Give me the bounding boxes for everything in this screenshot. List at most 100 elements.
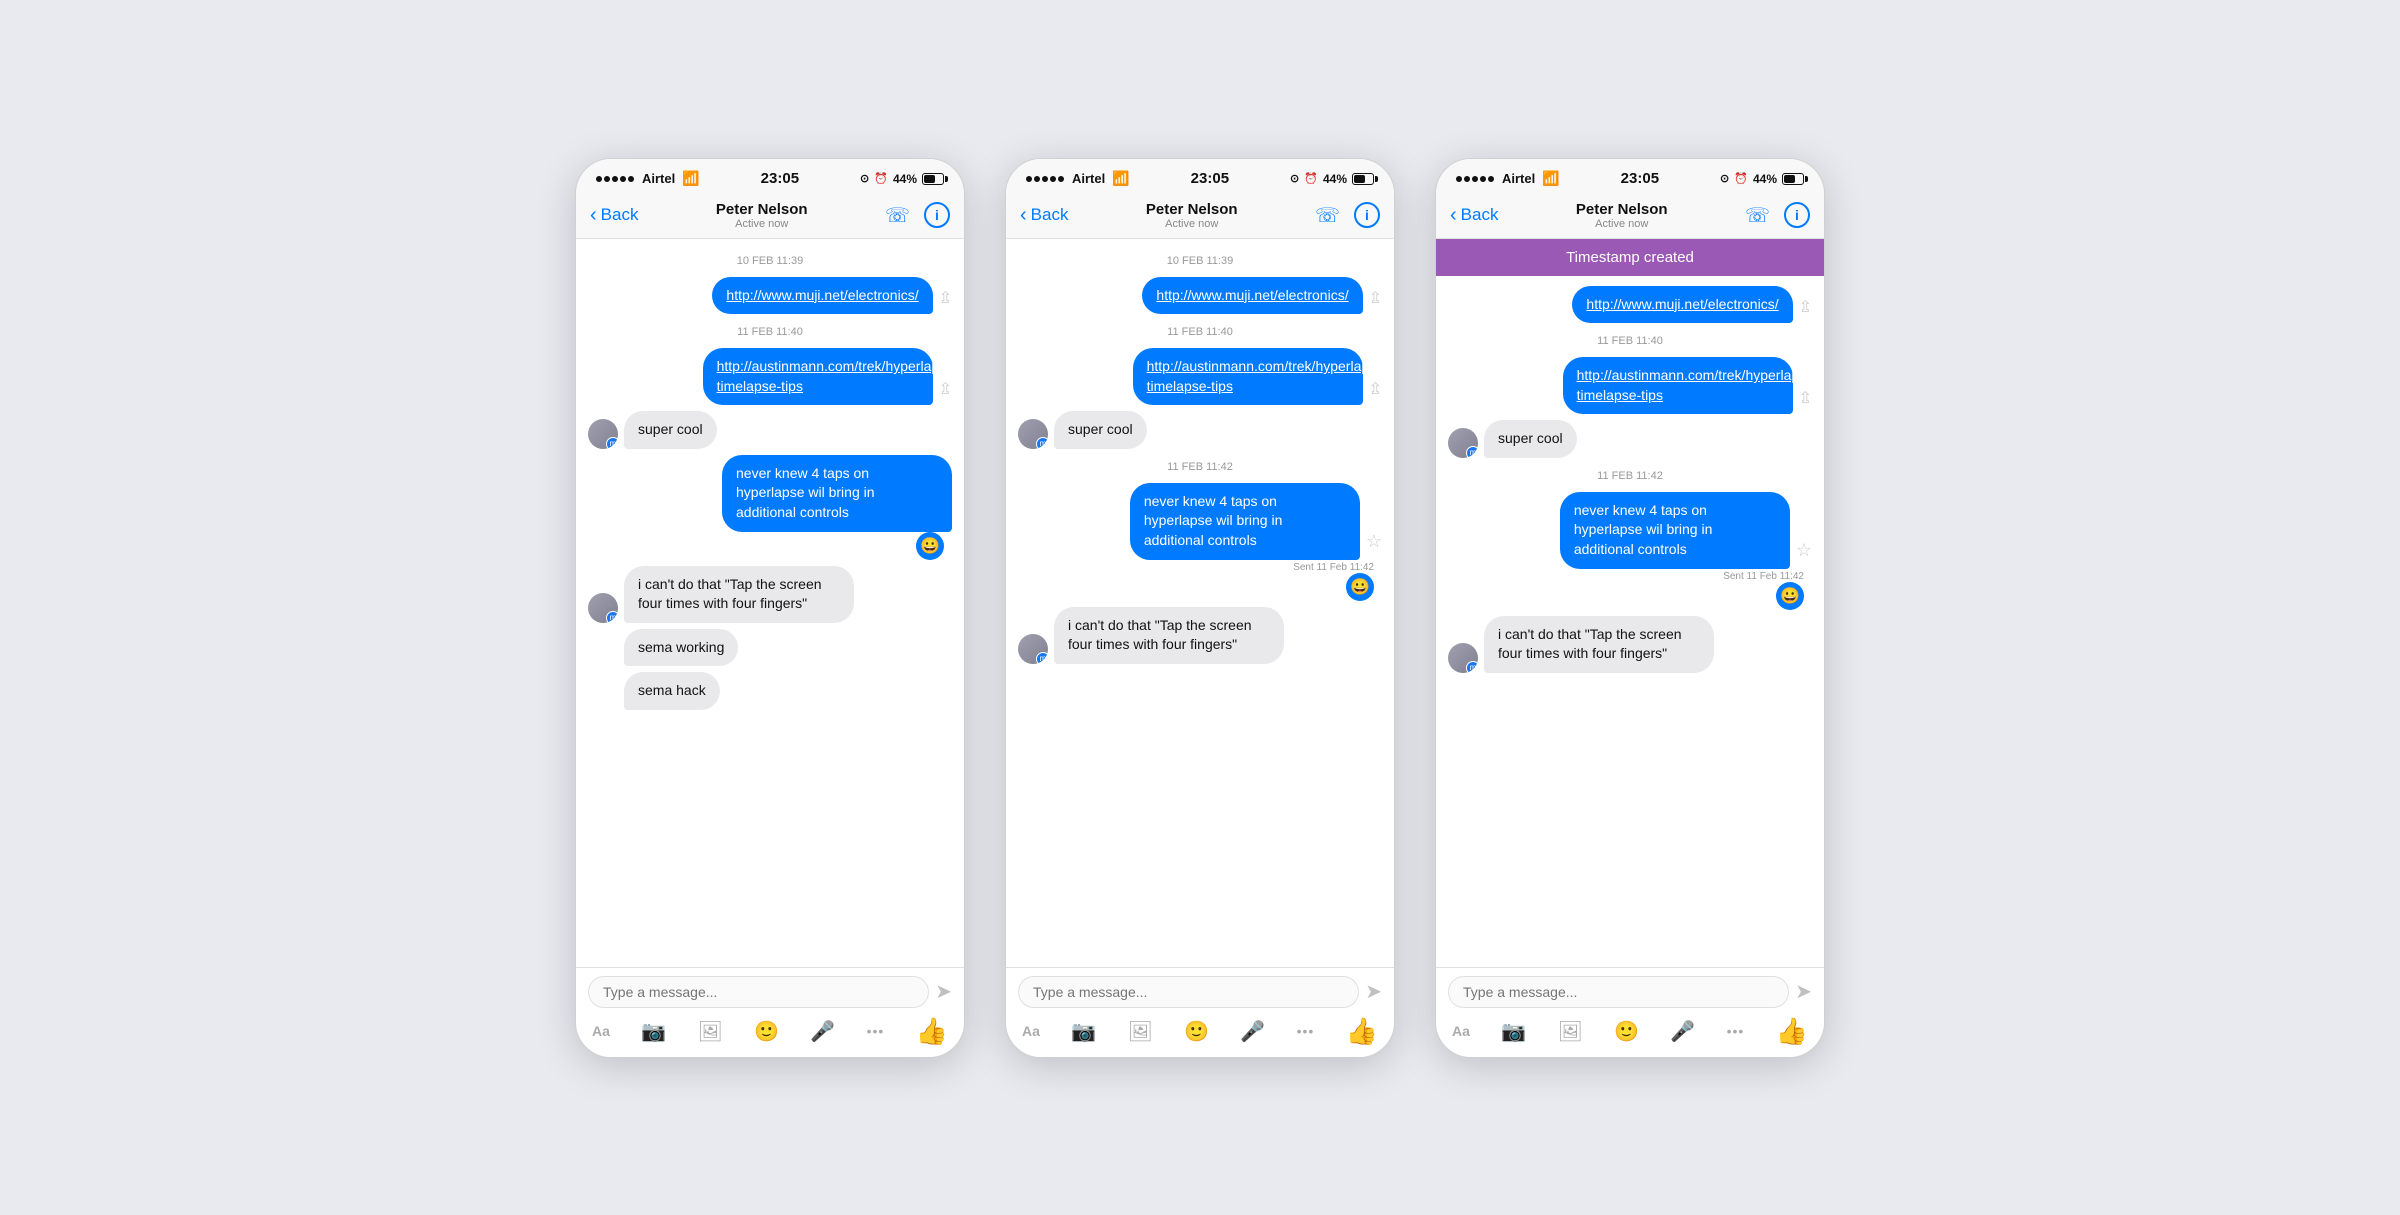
camera-icon[interactable]: 📷 — [1501, 1019, 1526, 1044]
share-icon[interactable]: ⇫ — [939, 379, 952, 399]
status-right: ⊙ ⏰ 44% — [1720, 172, 1804, 186]
phone-icon[interactable]: ☏ — [885, 203, 910, 228]
star-icon[interactable]: ☆ — [1796, 540, 1812, 569]
message-row: m i can't do that "Tap the screen four t… — [1448, 616, 1812, 673]
messenger-badge: m — [606, 611, 618, 623]
share-icon[interactable]: ⇫ — [1369, 288, 1382, 308]
carrier-label: Airtel — [1502, 171, 1535, 186]
send-icon[interactable]: ➤ — [935, 979, 952, 1004]
back-label: Back — [1461, 205, 1499, 225]
message-bubble: super cool — [624, 411, 717, 449]
chevron-left-icon: ‹ — [1450, 205, 1457, 225]
photo-icon[interactable]: 🖼 — [1557, 1019, 1582, 1044]
send-icon[interactable]: ➤ — [1795, 979, 1812, 1004]
back-button[interactable]: ‹ Back — [1020, 205, 1068, 225]
message-row: m i can't do that "Tap the screen four t… — [1018, 607, 1382, 664]
like-icon[interactable]: 👍 — [1776, 1016, 1808, 1047]
message-input[interactable] — [1448, 976, 1789, 1008]
chat-area: 10 FEB 11:39 ⇫ http://www.muji.net/elect… — [1006, 239, 1394, 967]
aa-icon[interactable]: Aa — [592, 1023, 610, 1039]
info-icon[interactable]: i — [924, 202, 950, 228]
like-icon[interactable]: 👍 — [1346, 1016, 1378, 1047]
camera-icon[interactable]: 📷 — [641, 1019, 666, 1044]
share-icon[interactable]: ⇫ — [1799, 297, 1812, 317]
mic-icon[interactable]: 🎤 — [810, 1019, 835, 1044]
avatar: m — [588, 419, 618, 449]
emoji-icon[interactable]: 🙂 — [1614, 1019, 1639, 1044]
message-row: ⇫ http://austinmann.com/trek/hyperlapse-… — [588, 348, 952, 405]
status-right: ⊙ ⏰ 44% — [860, 172, 944, 186]
messenger-badge: m — [1466, 446, 1478, 458]
mic-icon[interactable]: 🎤 — [1670, 1019, 1695, 1044]
aa-icon[interactable]: Aa — [1452, 1023, 1470, 1039]
emoji-icon[interactable]: 🙂 — [1184, 1019, 1209, 1044]
wifi-icon: 📶 — [1112, 170, 1129, 187]
contact-name: Peter Nelson — [716, 201, 808, 218]
timestamp-label: 11 FEB 11:42 — [1448, 470, 1812, 482]
back-button[interactable]: ‹ Back — [1450, 205, 1498, 225]
toolbar-row: Aa 📷 🖼 🙂 🎤 ••• 👍 — [1018, 1016, 1382, 1053]
back-button[interactable]: ‹ Back — [590, 205, 638, 225]
messenger-badge: m — [606, 437, 618, 449]
alarm-icon: ⏰ — [1304, 172, 1318, 185]
message-row: sema working — [588, 629, 952, 667]
message-input[interactable] — [588, 976, 929, 1008]
sent-message-group: never knew 4 taps on hyperlapse wil brin… — [588, 455, 952, 560]
timestamp-label: 11 FEB 11:40 — [588, 326, 952, 338]
chat-area: ⇫ http://www.muji.net/electronics/ 11 FE… — [1436, 276, 1824, 967]
message-row: ☆ never knew 4 taps on hyperlapse wil br… — [1130, 483, 1382, 560]
nav-center: Peter Nelson Active now — [1146, 201, 1238, 230]
chat-area: 10 FEB 11:39 ⇫ http://www.muji.net/elect… — [576, 239, 964, 967]
alarm-icon: ⏰ — [1734, 172, 1748, 185]
sent-message-group: ☆ never knew 4 taps on hyperlapse wil br… — [1448, 492, 1812, 610]
like-icon[interactable]: 👍 — [916, 1016, 948, 1047]
avatar: m — [1448, 643, 1478, 673]
share-icon[interactable]: ⇫ — [1799, 388, 1812, 408]
contact-status: Active now — [1165, 218, 1218, 230]
phone-icon[interactable]: ☏ — [1315, 203, 1340, 228]
signal-dots — [1456, 176, 1494, 182]
more-icon[interactable]: ••• — [1727, 1023, 1745, 1039]
message-bubble: super cool — [1054, 411, 1147, 449]
back-label: Back — [1031, 205, 1069, 225]
message-row: ⇫ http://austinmann.com/trek/hyperlapse-… — [1018, 348, 1382, 405]
camera-icon[interactable]: 📷 — [1071, 1019, 1096, 1044]
aa-icon[interactable]: Aa — [1022, 1023, 1040, 1039]
message-row: sema hack — [588, 672, 952, 710]
photo-icon[interactable]: 🖼 — [697, 1019, 722, 1044]
message-bubble: super cool — [1484, 420, 1577, 458]
message-bubble: never knew 4 taps on hyperlapse wil brin… — [1130, 483, 1360, 560]
share-icon[interactable]: ⇫ — [939, 288, 952, 308]
message-bubble: http://austinmann.com/trek/hyperlapse-ti… — [703, 348, 933, 405]
chevron-left-icon: ‹ — [1020, 205, 1027, 225]
info-icon[interactable]: i — [1784, 202, 1810, 228]
share-icon[interactable]: ⇫ — [1369, 379, 1382, 399]
messenger-badge: m — [1036, 652, 1048, 664]
wifi-icon: 📶 — [682, 170, 699, 187]
emoji-icon[interactable]: 🙂 — [754, 1019, 779, 1044]
carrier-label: Airtel — [1072, 171, 1105, 186]
message-bubble: i can't do that "Tap the screen four tim… — [624, 566, 854, 623]
avatar: m — [1018, 419, 1048, 449]
time-label: 23:05 — [1621, 170, 1659, 187]
mic-icon[interactable]: 🎤 — [1240, 1019, 1265, 1044]
photo-icon[interactable]: 🖼 — [1127, 1019, 1152, 1044]
emoji-reaction: 😀 — [916, 532, 944, 560]
share-icon-wrap: ⇫ — [939, 379, 952, 405]
message-input[interactable] — [1018, 976, 1359, 1008]
star-icon[interactable]: ☆ — [1366, 531, 1382, 560]
more-icon[interactable]: ••• — [867, 1023, 885, 1039]
toolbar-row: Aa 📷 🖼 🙂 🎤 ••• 👍 — [588, 1016, 952, 1053]
phone-icon[interactable]: ☏ — [1745, 203, 1770, 228]
timestamp-label: 10 FEB 11:39 — [588, 255, 952, 267]
time-label: 23:05 — [761, 170, 799, 187]
gps-icon: ⊙ — [860, 172, 869, 185]
share-icon-wrap: ⇫ — [1799, 388, 1812, 414]
message-bubble: sema working — [624, 629, 738, 667]
input-row: ➤ — [1448, 976, 1812, 1008]
phone-phone3: Airtel 📶 23:05 ⊙ ⏰ 44% ‹ Back Peter Nels… — [1435, 158, 1825, 1058]
more-icon[interactable]: ••• — [1297, 1023, 1315, 1039]
send-icon[interactable]: ➤ — [1365, 979, 1382, 1004]
message-bubble: http://austinmann.com/trek/hyperlapse-ti… — [1133, 348, 1363, 405]
info-icon[interactable]: i — [1354, 202, 1380, 228]
